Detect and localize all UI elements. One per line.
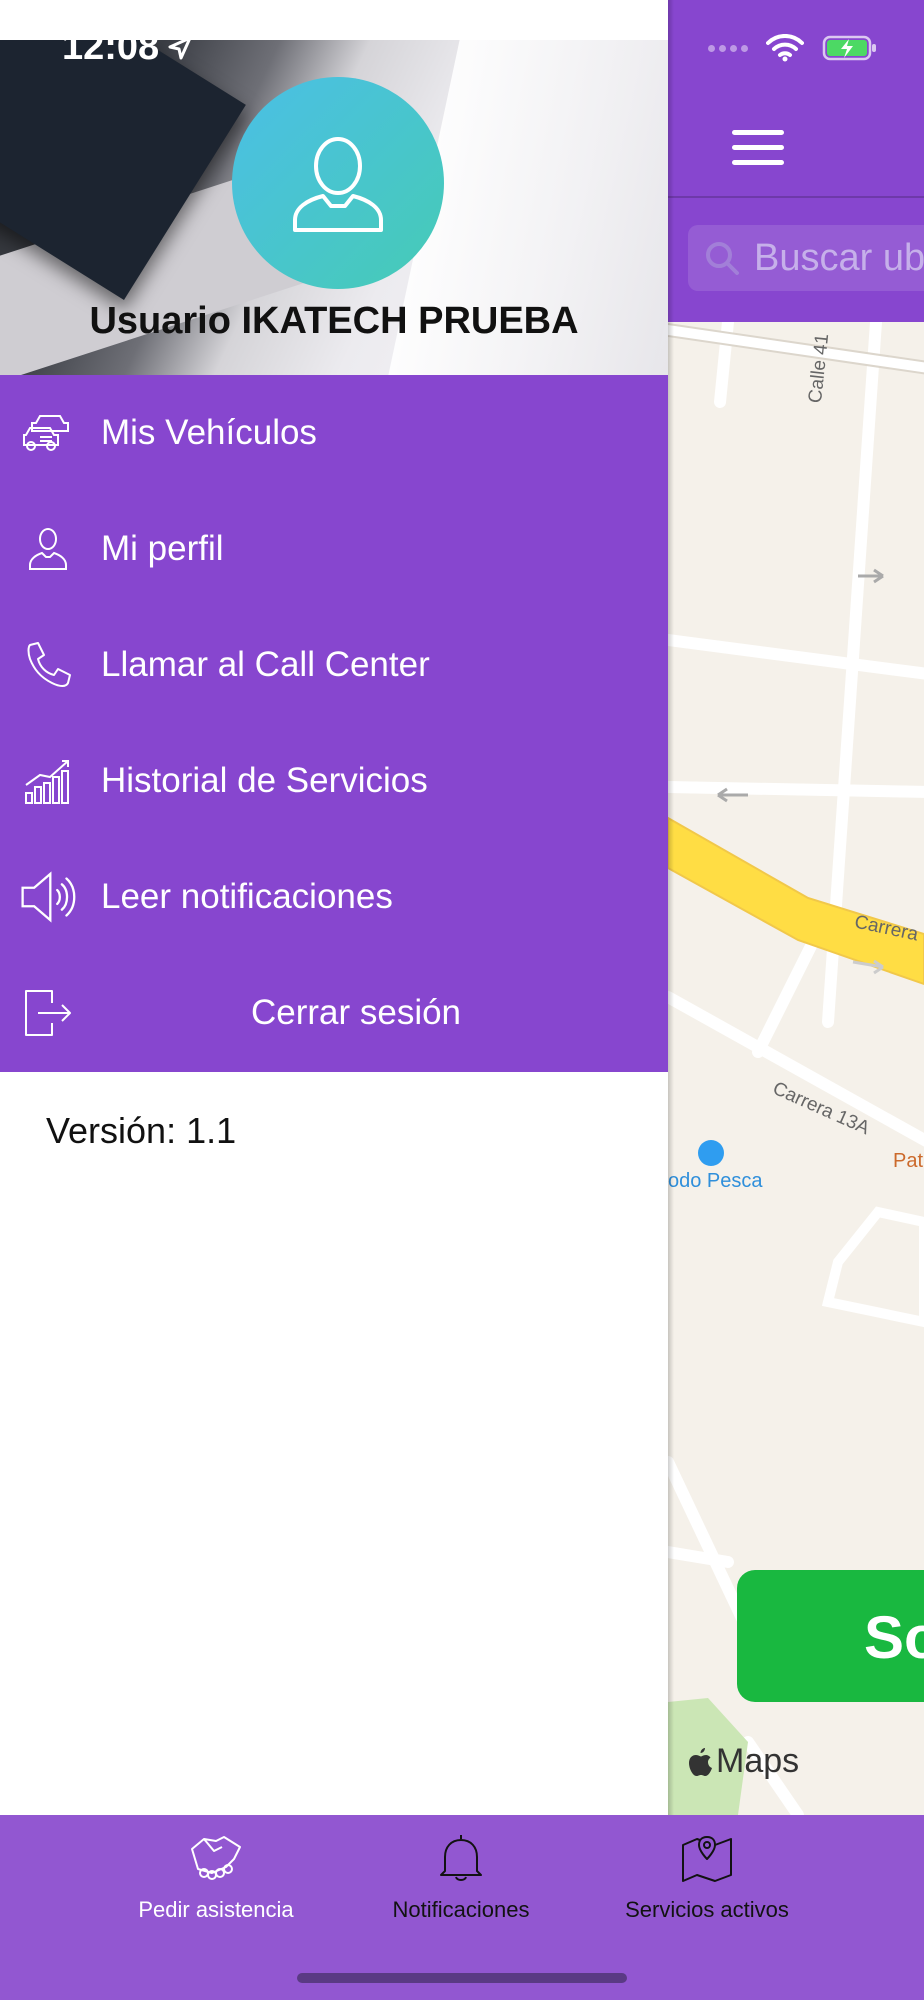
avatar[interactable]: [232, 77, 444, 289]
maps-credit-text: Maps: [716, 1742, 800, 1780]
menu-item-logout[interactable]: Cerrar sesión: [0, 955, 668, 1071]
menu-item-history[interactable]: Historial de Servicios: [0, 723, 668, 839]
search-icon: [706, 242, 739, 275]
location-search-input[interactable]: Buscar ub: [688, 225, 924, 291]
apple-logo-icon: [689, 1747, 712, 1776]
menu-item-label: Leer notificaciones: [101, 877, 393, 916]
menu-item-label: Cerrar sesión: [250, 993, 462, 1032]
handshake-icon: [191, 1836, 241, 1880]
menu-item-label: Llamar al Call Center: [101, 645, 430, 684]
cars-icon: [23, 415, 69, 451]
maps-credit: Maps: [688, 1742, 799, 1781]
app-version: Versión: 1.1: [46, 1110, 237, 1151]
time-text: 12:08: [62, 26, 160, 68]
user-avatar-icon: [293, 137, 383, 232]
map-pin-icon: [682, 1836, 732, 1882]
speaker-icon: [21, 871, 76, 923]
bell-icon: [440, 1835, 482, 1881]
phone-icon: [27, 642, 71, 687]
drawer-menu: Mis Vehículos Mi perfil Llamar al Call C…: [0, 375, 668, 1072]
request-service-label: So: [864, 1604, 924, 1671]
tab-label: Servicios activos: [625, 1897, 789, 1922]
search-placeholder: Buscar ub: [754, 236, 924, 279]
poi-label: odo Pesca: [668, 1170, 763, 1192]
menu-item-notifications[interactable]: Leer notificaciones: [0, 839, 668, 955]
battery-icon: [822, 35, 876, 61]
wifi-icon: [766, 34, 804, 62]
status-time: 12:08: [62, 26, 193, 69]
poi-label: Pat: [893, 1150, 924, 1172]
map-screen: Buscar ub Calle 41 Carrera Carrera 13A o…: [668, 0, 924, 1815]
tab-active-services[interactable]: Servicios activos: [597, 1831, 817, 1923]
map-top-bar: Buscar ub: [668, 0, 924, 322]
chart-icon: [25, 760, 69, 804]
divider: [668, 196, 924, 198]
location-arrow-icon: [168, 36, 192, 59]
signal-icon: [708, 44, 748, 52]
menu-item-label: Mi perfil: [101, 529, 224, 568]
tab-label: Pedir asistencia: [138, 1897, 294, 1922]
tab-notifications[interactable]: Notificaciones: [351, 1831, 571, 1923]
status-icons: [708, 34, 878, 62]
home-indicator[interactable]: [297, 1973, 627, 1983]
menu-item-vehicles[interactable]: Mis Vehículos: [0, 375, 668, 491]
tab-label: Notificaciones: [392, 1897, 530, 1922]
menu-toggle-button[interactable]: [732, 126, 784, 166]
username: Usuario IKATECH PRUEBA: [89, 300, 579, 342]
menu-item-call-center[interactable]: Llamar al Call Center: [0, 607, 668, 723]
poi-marker-icon[interactable]: [698, 1140, 724, 1166]
tab-request-assistance[interactable]: Pedir asistencia: [106, 1831, 326, 1923]
menu-item-label: Historial de Servicios: [101, 761, 428, 800]
menu-item-profile[interactable]: Mi perfil: [0, 491, 668, 607]
menu-item-label: Mis Vehículos: [101, 413, 317, 452]
side-drawer: 12:08 Usuario IKATECH PRUEBA Mis Vehícul…: [0, 0, 668, 1815]
user-icon: [29, 528, 67, 570]
